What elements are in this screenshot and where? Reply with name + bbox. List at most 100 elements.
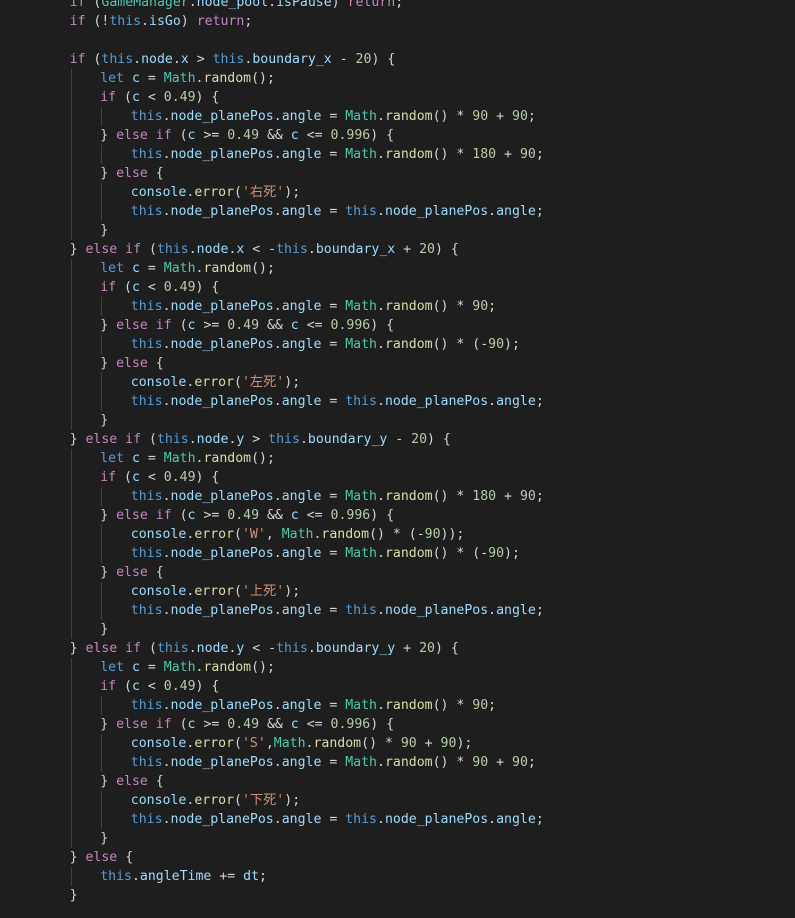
code-token: > xyxy=(188,52,213,67)
code-token: + xyxy=(496,489,520,504)
code-line[interactable]: if (!this.isGo) return; xyxy=(39,12,795,31)
code-token: ) { xyxy=(434,641,459,656)
indent-guide xyxy=(70,487,72,506)
code-token: this xyxy=(276,641,308,656)
code-line[interactable]: let c = Math.random(); xyxy=(39,658,795,677)
code-token: ; xyxy=(259,869,267,884)
code-token: ( xyxy=(234,375,242,390)
code-token: c xyxy=(131,71,140,86)
code-line[interactable]: } xyxy=(39,221,795,240)
code-token: random xyxy=(384,299,433,314)
code-line[interactable] xyxy=(39,31,795,50)
code-line[interactable]: if (c < 0.49) { xyxy=(39,278,795,297)
code-line[interactable]: this.node_planePos.angle = Math.random()… xyxy=(39,145,795,164)
code-line[interactable]: } else if (this.node.y > this.boundary_y… xyxy=(39,430,795,449)
code-line[interactable]: if (this.node.x > this.boundary_x - 20) … xyxy=(39,50,795,69)
code-token: = xyxy=(321,337,346,352)
code-token: ; xyxy=(535,812,544,827)
code-token: else if xyxy=(116,318,172,333)
code-token: ( xyxy=(234,793,242,808)
code-line[interactable]: console.error('S',Math.random() * 90 + 9… xyxy=(39,734,795,753)
code-line[interactable]: console.error('上死'); xyxy=(39,582,795,601)
code-token: angle xyxy=(496,394,536,409)
code-token: . xyxy=(131,869,140,884)
indent-guide xyxy=(101,753,103,772)
code-token: Math xyxy=(163,660,196,675)
code-token: else xyxy=(116,356,148,371)
code-line[interactable]: let c = Math.random(); xyxy=(39,449,795,468)
indent-guide xyxy=(70,297,72,316)
code-line[interactable]: let c = Math.random(); xyxy=(39,259,795,278)
code-token: = xyxy=(321,812,346,827)
code-line[interactable]: this.node_planePos.angle = this.node_pla… xyxy=(39,202,795,221)
code-token: angle xyxy=(281,394,322,409)
code-line[interactable]: let c = Math.random(); xyxy=(39,69,795,88)
code-token: ( xyxy=(141,432,157,447)
code-token: c xyxy=(187,508,196,523)
code-line[interactable]: if (c < 0.49) { xyxy=(39,468,795,487)
code-token: ; xyxy=(395,0,404,10)
code-line[interactable]: } xyxy=(39,620,795,639)
code-line[interactable]: console.error('下死'); xyxy=(39,791,795,810)
code-editor[interactable]: if (GameManager.node_pool.isPause) retur… xyxy=(0,0,795,918)
code-line[interactable]: } xyxy=(39,886,795,905)
code-line[interactable]: this.node_planePos.angle = this.node_pla… xyxy=(39,810,795,829)
code-line[interactable]: } else if (c >= 0.49 && c <= 0.996) { xyxy=(39,126,795,145)
code-line[interactable]: this.node_planePos.angle = Math.random()… xyxy=(39,696,795,715)
code-line[interactable]: } else { xyxy=(39,772,795,791)
code-line[interactable]: console.error('右死'); xyxy=(39,183,795,202)
code-line[interactable]: if (c < 0.49) { xyxy=(39,88,795,107)
code-line[interactable]: this.node_planePos.angle = Math.random()… xyxy=(39,297,795,316)
indent-guide xyxy=(101,145,103,164)
code-token: random xyxy=(203,451,252,466)
code-area[interactable]: if (GameManager.node_pool.isPause) retur… xyxy=(39,0,795,918)
code-token: 180 xyxy=(472,489,497,504)
code-line[interactable]: this.node_planePos.angle = Math.random()… xyxy=(39,487,795,506)
code-token: 90 xyxy=(472,698,489,713)
code-line[interactable]: this.node_planePos.angle = Math.random()… xyxy=(39,753,795,772)
code-token: Math xyxy=(345,299,377,314)
code-line[interactable]: console.error('左死'); xyxy=(39,373,795,392)
code-token: } xyxy=(100,128,117,143)
code-line[interactable]: this.node_planePos.angle = Math.random()… xyxy=(39,107,795,126)
code-token: node_planePos xyxy=(384,603,489,618)
code-line[interactable]: if (GameManager.node_pool.isPause) retur… xyxy=(39,0,795,12)
code-line[interactable]: } else if (this.node.y < -this.boundary_… xyxy=(39,639,795,658)
code-token: ( xyxy=(234,527,242,542)
code-token: < - xyxy=(244,242,277,257)
code-line[interactable]: } xyxy=(39,411,795,430)
code-text: this.node_planePos.angle = this.node_pla… xyxy=(131,392,544,411)
code-line[interactable]: this.angleTime += dt; xyxy=(39,867,795,886)
indent-guide xyxy=(70,107,72,126)
code-line[interactable]: } else if (c >= 0.49 && c <= 0.996) { xyxy=(39,715,795,734)
code-line[interactable]: this.node_planePos.angle = Math.random()… xyxy=(39,544,795,563)
code-line[interactable]: this.node_planePos.angle = Math.random()… xyxy=(39,335,795,354)
code-line[interactable]: } xyxy=(39,829,795,848)
code-token: Math xyxy=(273,736,306,751)
code-token: () * xyxy=(432,109,473,124)
code-line[interactable]: } else if (this.node.x < -this.boundary_… xyxy=(39,240,795,259)
indent-guide xyxy=(70,620,72,639)
code-token: error xyxy=(194,185,235,200)
code-token: console xyxy=(130,584,187,599)
code-token: this xyxy=(100,869,132,884)
code-token: this xyxy=(268,432,300,447)
code-line[interactable]: this.node_planePos.angle = this.node_pla… xyxy=(39,392,795,411)
code-line[interactable]: } else { xyxy=(39,164,795,183)
code-token: () * xyxy=(361,736,401,751)
code-line[interactable]: } else if (c >= 0.49 && c <= 0.996) { xyxy=(39,316,795,335)
code-token: . xyxy=(172,52,181,67)
code-line[interactable]: } else if (c >= 0.49 && c <= 0.996) { xyxy=(39,506,795,525)
code-line[interactable]: } else { xyxy=(39,848,795,867)
code-token: } xyxy=(100,166,117,181)
code-line[interactable]: this.node_planePos.angle = this.node_pla… xyxy=(39,601,795,620)
code-line[interactable]: console.error('W', Math.random() * (-90)… xyxy=(39,525,795,544)
code-token: (); xyxy=(251,660,275,675)
code-line[interactable]: } else { xyxy=(39,563,795,582)
code-token: + xyxy=(395,641,420,656)
code-line[interactable]: if (c < 0.49) { xyxy=(39,677,795,696)
code-line[interactable]: } else { xyxy=(39,354,795,373)
code-token: let xyxy=(100,660,125,675)
indent-guide xyxy=(101,582,103,601)
code-token: else if xyxy=(85,641,142,656)
